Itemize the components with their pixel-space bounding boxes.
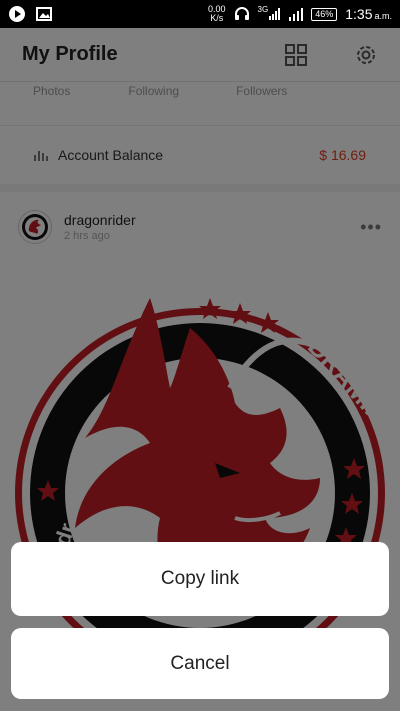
- signal-3g: 3G: [258, 5, 282, 20]
- battery-indicator: 46%: [311, 7, 338, 21]
- clock: 1:35 a.m.: [345, 6, 392, 22]
- network-speed: 0.00 K/s: [208, 4, 226, 23]
- status-bar: 0.00 K/s 3G 46% 1:35 a.m.: [0, 0, 400, 28]
- copy-link-button[interactable]: Copy link: [11, 542, 389, 616]
- signal-icon: [289, 7, 304, 21]
- play-icon: [9, 6, 25, 22]
- headphones-icon: [234, 7, 249, 20]
- cancel-button[interactable]: Cancel: [11, 628, 389, 699]
- signal-icon: [269, 8, 281, 20]
- image-icon: [36, 7, 52, 21]
